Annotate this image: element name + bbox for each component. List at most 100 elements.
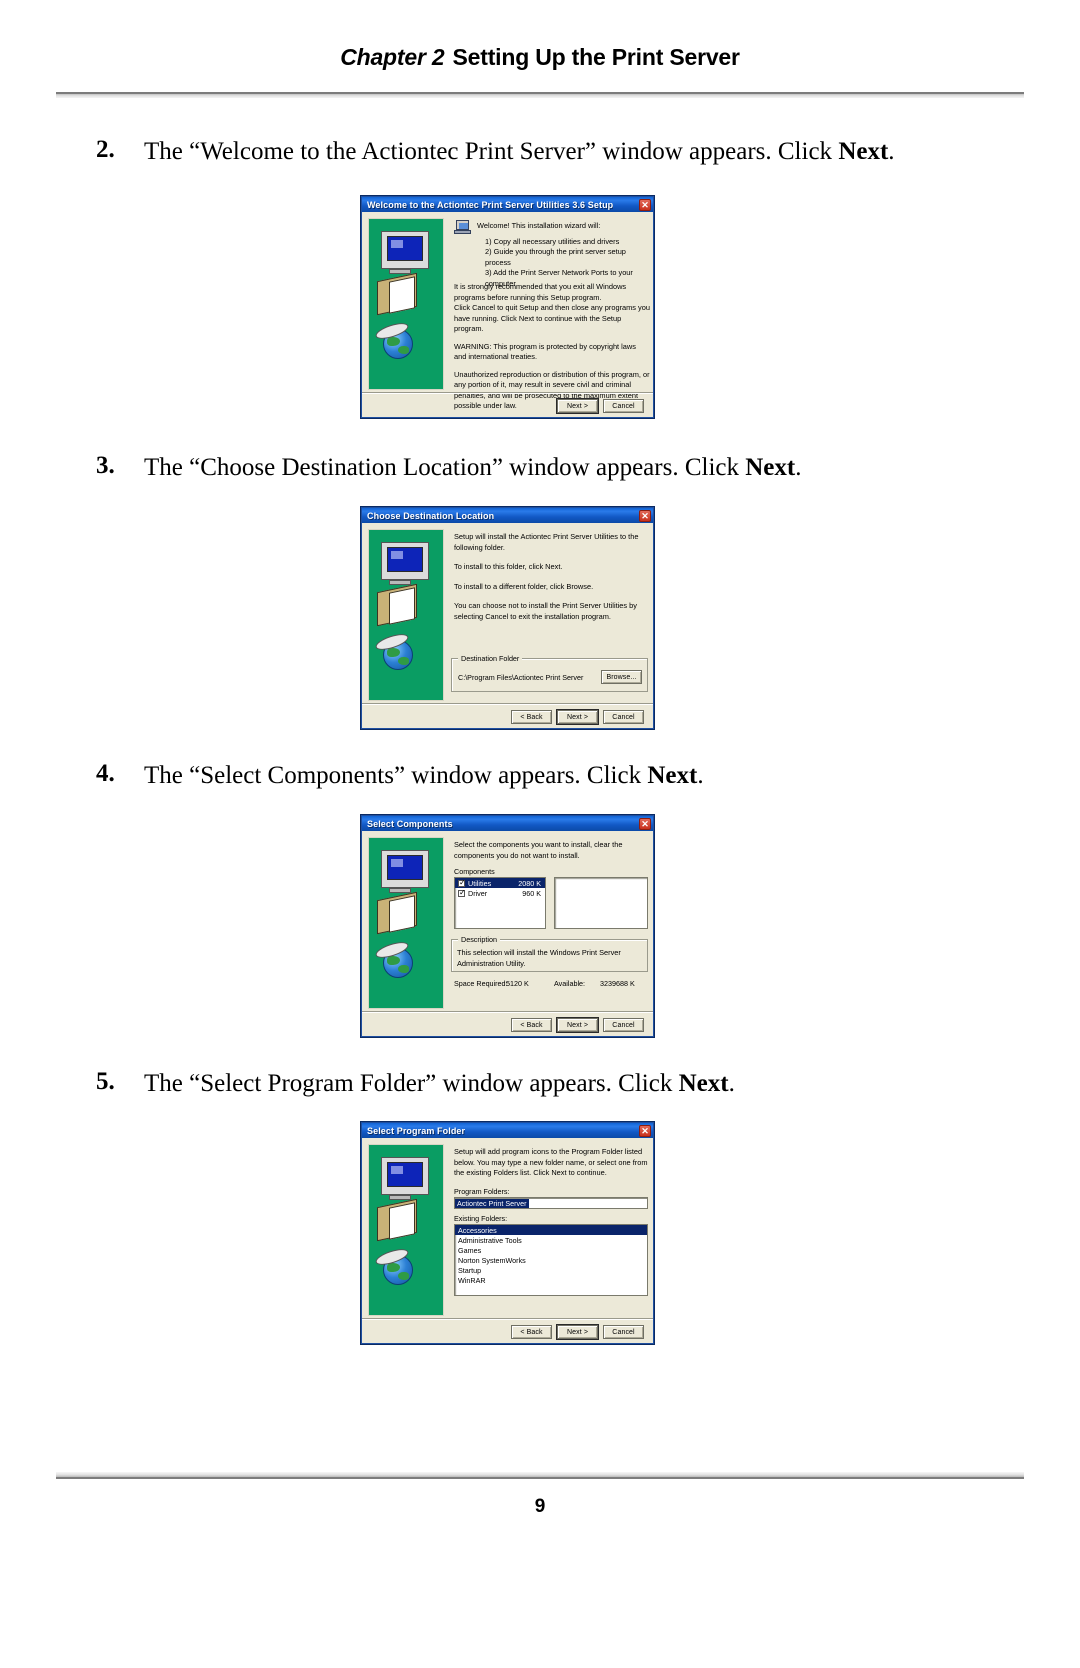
step-2-number: 2. xyxy=(96,136,115,163)
cancel-button[interactable]: Cancel xyxy=(603,1018,644,1032)
existing-folders-label: Existing Folders: xyxy=(454,1214,508,1223)
page-header: Chapter 2 Setting Up the Print Server xyxy=(0,44,1080,71)
monitor-stand xyxy=(389,888,411,893)
dialog-components-body: Select the components you want to instal… xyxy=(362,831,653,1036)
dialog-destination-title: Choose Destination Location xyxy=(367,510,495,521)
description-label: Description xyxy=(458,935,500,944)
close-icon[interactable]: ✕ xyxy=(639,198,651,211)
monitor-screen xyxy=(387,547,423,572)
list-item[interactable]: Games xyxy=(455,1245,647,1255)
list-item[interactable]: WinRAR xyxy=(455,1275,647,1285)
components-preview-box xyxy=(554,877,648,929)
program-folder-input[interactable]: Actiontec Print Server xyxy=(454,1197,648,1209)
monitor-stand xyxy=(389,269,411,274)
components-para-1: Select the components you want to instal… xyxy=(454,840,623,860)
next-button[interactable]: Next > xyxy=(557,1018,598,1032)
monitor-illustration xyxy=(381,1157,429,1195)
dialog-components-content: Select the components you want to instal… xyxy=(454,840,650,861)
dialog-program-folder[interactable]: Select Program Folder ✕ Setup will add p… xyxy=(361,1122,654,1344)
destination-para-4: You can choose not to install the Print … xyxy=(454,601,637,621)
dialog-program-folder-divider xyxy=(362,1318,653,1319)
step-2-bold: Next xyxy=(838,138,889,165)
dialog-program-folder-title: Select Program Folder xyxy=(367,1125,466,1136)
checkbox-checked-icon[interactable] xyxy=(458,888,466,897)
destination-path-value: C:\Program Files\Actiontec Print Server xyxy=(456,672,586,683)
step-2-text-after: . xyxy=(888,138,895,165)
next-button[interactable]: Next > xyxy=(557,399,598,413)
dialog-destination[interactable]: Choose Destination Location ✕ Setup will… xyxy=(361,507,654,729)
step-4-bold: Next xyxy=(647,762,698,789)
available-label: Available: xyxy=(554,979,586,988)
dialog-destination-buttons: < Back Next > Cancel xyxy=(511,710,644,724)
monitor-illustration xyxy=(381,850,429,888)
cancel-button[interactable]: Cancel xyxy=(603,399,644,413)
cancel-button[interactable]: Cancel xyxy=(603,710,644,724)
close-icon[interactable]: ✕ xyxy=(639,1124,651,1137)
component-size: 2080 K xyxy=(518,878,541,888)
list-item[interactable]: Driver 960 K xyxy=(455,888,545,898)
monitor-illustration xyxy=(381,542,429,580)
component-name: Utilities xyxy=(468,878,492,888)
list-item[interactable]: Utilities 2080 K xyxy=(455,878,545,888)
dialog-program-folder-titlebar: Select Program Folder ✕ xyxy=(362,1123,653,1138)
list-item[interactable]: Accessories xyxy=(455,1225,647,1235)
step-3-text: The “Choose Destination Location” window… xyxy=(144,454,801,481)
back-button[interactable]: < Back xyxy=(511,1018,552,1032)
wizard-artwork xyxy=(368,837,444,1009)
welcome-para-2: Click Cancel to quit Setup and then clos… xyxy=(454,303,650,334)
dialog-destination-titlebar: Choose Destination Location ✕ xyxy=(362,508,653,523)
monitor-screen xyxy=(387,236,423,261)
footer-divider xyxy=(56,1472,1024,1479)
step-3-text-before: The “Choose Destination Location” window… xyxy=(144,454,746,481)
dialog-welcome-titlebar: Welcome to the Actiontec Print Server Ut… xyxy=(362,197,653,212)
book-pages xyxy=(389,587,415,625)
available-value: 3239688 K xyxy=(600,979,635,988)
back-button[interactable]: < Back xyxy=(511,1325,552,1339)
monitor-stand xyxy=(389,580,411,585)
dialog-components-divider xyxy=(362,1011,653,1012)
step-4-number: 4. xyxy=(96,760,115,787)
step-3-number: 3. xyxy=(96,452,115,479)
wizard-artwork xyxy=(368,218,444,390)
book-pages xyxy=(389,895,415,933)
dialog-destination-body: Setup will install the Actiontec Print S… xyxy=(362,523,653,728)
space-required-value: 5120 K xyxy=(506,979,529,988)
book-pages xyxy=(389,1202,415,1240)
next-button[interactable]: Next > xyxy=(557,1325,598,1339)
step-5-text-before: The “Select Program Folder” window appea… xyxy=(144,1070,679,1097)
dialog-program-folder-content: Setup will add program icons to the Prog… xyxy=(454,1147,650,1179)
list-item[interactable]: Norton SystemWorks xyxy=(455,1255,647,1265)
browse-button[interactable]: Browse... xyxy=(601,670,642,684)
setup-wizard-icon xyxy=(454,220,472,235)
step-3-text-after: . xyxy=(795,454,802,481)
destination-para-1: Setup will install the Actiontec Print S… xyxy=(454,532,639,552)
back-button[interactable]: < Back xyxy=(511,710,552,724)
wizard-artwork xyxy=(368,1144,444,1316)
step-3-bold: Next xyxy=(745,454,796,481)
description-group: Description This selection will install … xyxy=(451,935,648,972)
step-2-text: The “Welcome to the Actiontec Print Serv… xyxy=(144,138,895,165)
list-item[interactable]: Administrative Tools xyxy=(455,1235,647,1245)
close-icon[interactable]: ✕ xyxy=(639,817,651,830)
existing-folders-listbox[interactable]: Accessories Administrative Tools Games N… xyxy=(454,1224,648,1296)
cancel-button[interactable]: Cancel xyxy=(603,1325,644,1339)
dialog-components-titlebar: Select Components ✕ xyxy=(362,816,653,831)
welcome-para-1: It is strongly recommended that you exit… xyxy=(454,282,627,302)
next-button[interactable]: Next > xyxy=(557,710,598,724)
list-item[interactable]: Startup xyxy=(455,1265,647,1275)
components-listbox[interactable]: Utilities 2080 K Driver 960 K xyxy=(454,877,546,929)
close-icon[interactable]: ✕ xyxy=(639,509,651,522)
step-4-text: The “Select Components” window appears. … xyxy=(144,762,704,789)
checkbox-checked-icon[interactable] xyxy=(458,878,466,887)
page-title: Setting Up the Print Server xyxy=(452,44,740,70)
step-5: 5. The “Select Program Folder” window ap… xyxy=(96,1068,996,1099)
dialog-program-folder-buttons: < Back Next > Cancel xyxy=(511,1325,644,1339)
dialog-welcome[interactable]: Welcome to the Actiontec Print Server Ut… xyxy=(361,196,654,418)
program-folders-label: Program Folders: xyxy=(454,1187,510,1196)
monitor-screen xyxy=(387,1162,423,1187)
dialog-components[interactable]: Select Components ✕ Select the component… xyxy=(361,815,654,1037)
step-2: 2. The “Welcome to the Actiontec Print S… xyxy=(96,136,996,167)
header-divider xyxy=(56,92,1024,98)
dialog-welcome-title: Welcome to the Actiontec Print Server Ut… xyxy=(367,199,614,210)
destination-folder-group: Destination Folder C:\Program Files\Acti… xyxy=(451,654,648,692)
